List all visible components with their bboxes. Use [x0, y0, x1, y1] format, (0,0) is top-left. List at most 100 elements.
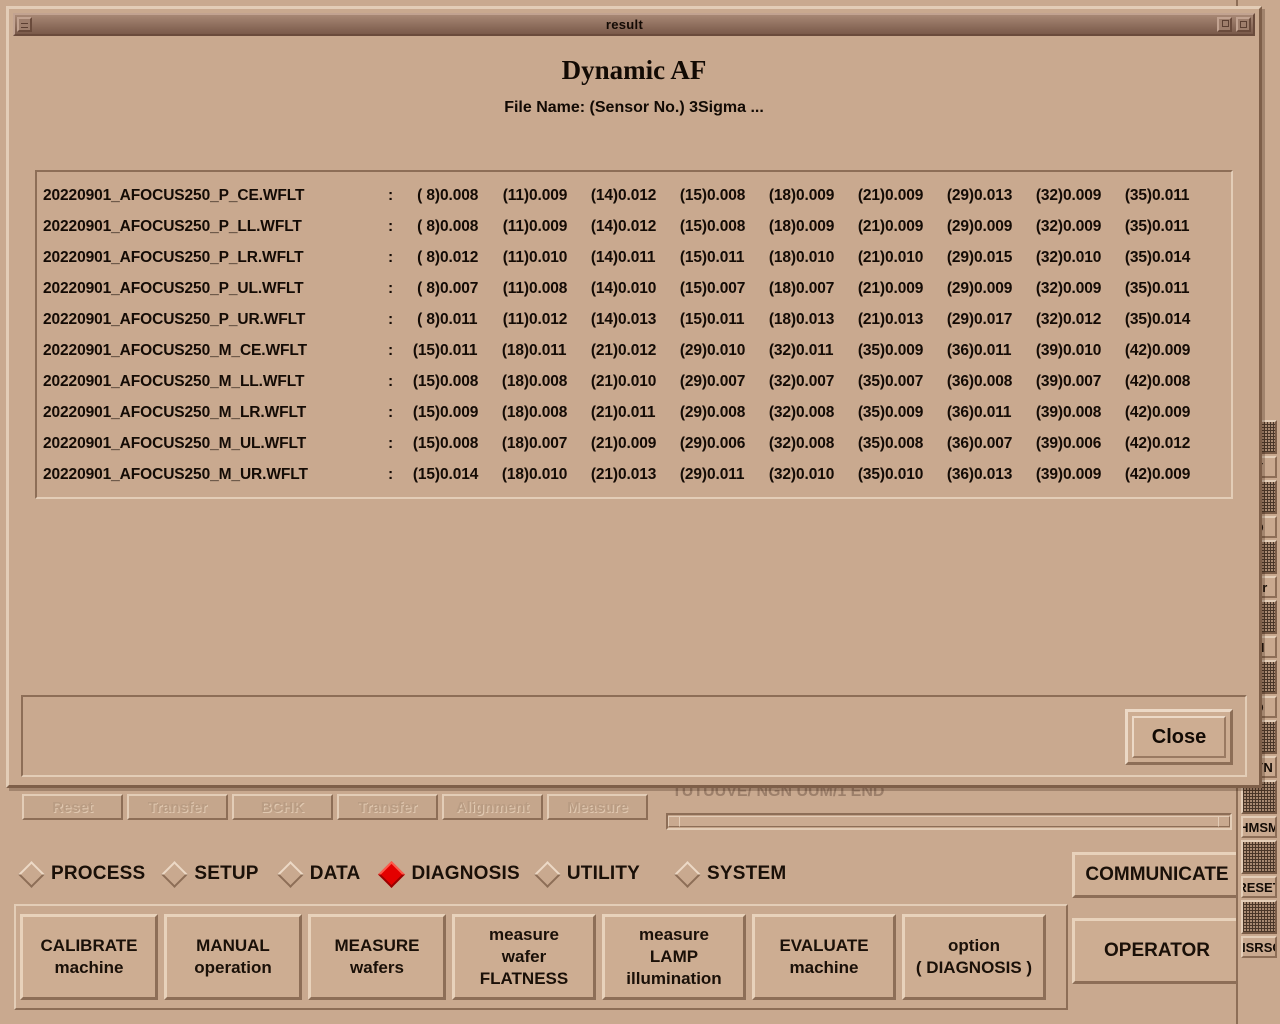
sigma-value: 0.007 — [707, 279, 746, 297]
mode-radio-label: SETUP — [194, 863, 259, 884]
sensor-value-cell: (15)0.007 — [671, 280, 760, 298]
operator-button[interactable]: OPERATOR — [1072, 918, 1242, 984]
sensor-value-cell: (39)0.007 — [1027, 373, 1116, 391]
diamond-radio-icon[interactable] — [276, 860, 304, 888]
reset-icon-icon[interactable] — [1241, 840, 1277, 874]
nsrsc-icon-icon[interactable] — [1241, 900, 1277, 934]
sigma-value: 0.007 — [796, 279, 835, 297]
sigma-value: 0.007 — [440, 279, 479, 297]
mode-radio-label: UTILITY — [566, 863, 641, 884]
mode-radio-diagnosis[interactable]: DIAGNOSIS — [378, 860, 520, 888]
sensor-number: (21) — [590, 465, 618, 483]
sensor-number: (29) — [679, 465, 707, 483]
sensor-value-cell: (42)0.008 — [1116, 373, 1205, 391]
strip-label: NSRSC — [1241, 936, 1277, 958]
sensor-number: (15) — [412, 465, 440, 483]
sensor-number: (11) — [502, 248, 529, 266]
row-file-name: 20220901_AFOCUS250_P_UL.WFLT — [43, 279, 304, 297]
sensor-value-cell: (14)0.011 — [582, 249, 671, 267]
message-scrollbar[interactable] — [666, 813, 1232, 830]
sigma-value: 0.013 — [974, 465, 1013, 483]
step-tab-transfer-1[interactable]: Transfer — [127, 794, 228, 820]
sensor-number: (18) — [768, 217, 796, 235]
step-tab-alignment-4[interactable]: Alignment — [442, 794, 543, 820]
sensor-number: (29) — [679, 341, 707, 359]
mode-radio-setup[interactable]: SETUP — [161, 860, 259, 888]
sensor-value-cell: (15)0.009 — [404, 404, 493, 422]
function-button-label: EVALUATE machine — [779, 936, 869, 977]
sigma-value: 0.008 — [707, 186, 746, 204]
window-menu-icon[interactable] — [17, 17, 32, 32]
step-tab-transfer-3[interactable]: Transfer — [337, 794, 438, 820]
mode-radio-system[interactable]: SYSTEM — [674, 860, 786, 888]
row-file-name: 20220901_AFOCUS250_M_LL.WFLT — [43, 372, 305, 390]
sensor-value-cell: (29)0.010 — [671, 342, 760, 360]
sensor-number: (42) — [1124, 372, 1152, 390]
dialog-titlebar[interactable]: result — [13, 13, 1255, 36]
mode-radio-group: PROCESS SETUP DATA DIAGNOSIS UTILITY SYSTEM — [18, 858, 786, 890]
sensor-number: (39) — [1035, 434, 1063, 452]
sensor-number: (29) — [946, 217, 974, 235]
sensor-number: (14) — [590, 217, 618, 235]
function-button-5[interactable]: EVALUATE machine — [752, 914, 896, 1000]
diamond-radio-icon[interactable] — [161, 860, 189, 888]
sensor-number: (32) — [768, 341, 796, 359]
sigma-value: 0.006 — [1063, 434, 1102, 452]
sensor-value-cell: (21)0.013 — [849, 311, 938, 329]
mode-radio-process[interactable]: PROCESS — [18, 860, 145, 888]
mode-radio-data[interactable]: DATA — [276, 860, 361, 888]
sensor-value-cell: (29)0.017 — [938, 311, 1027, 329]
sigma-value: 0.010 — [885, 465, 924, 483]
communicate-button[interactable]: COMMUNICATE — [1072, 852, 1242, 898]
row-file-name: 20220901_AFOCUS250_M_UR.WFLT — [43, 465, 308, 483]
sigma-value: 0.010 — [529, 465, 568, 483]
diamond-radio-icon[interactable] — [533, 860, 561, 888]
page-subtitle: File Name: (Sensor No.) 3Sigma ... — [504, 99, 764, 116]
row-separator: : — [388, 372, 394, 390]
function-button-4[interactable]: measure LAMP illumination — [602, 914, 746, 1000]
sigma-value: 0.010 — [796, 248, 835, 266]
mode-radio-utility[interactable]: UTILITY — [533, 860, 641, 888]
sigma-value: 0.011 — [707, 248, 745, 266]
sigma-value: 0.007 — [707, 372, 746, 390]
sensor-value-cell: (35)0.014 — [1116, 311, 1205, 329]
sigma-value: 0.008 — [974, 372, 1013, 390]
sensor-value-cell: (29)0.009 — [938, 218, 1027, 236]
sensor-value-cell: (29)0.006 — [671, 435, 760, 453]
sensor-value-cell: ( 8)0.011 — [404, 311, 493, 329]
sensor-value-cell: (36)0.008 — [938, 373, 1027, 391]
sensor-value-cell: (35)0.010 — [849, 466, 938, 484]
sensor-value-cell: (21)0.009 — [582, 435, 671, 453]
function-button-3[interactable]: measure wafer FLATNESS — [452, 914, 596, 1000]
sigma-value: 0.012 — [529, 310, 568, 328]
sigma-value: 0.007 — [1063, 372, 1102, 390]
sensor-value-cell: (32)0.009 — [1027, 218, 1116, 236]
sensor-value-cell: (21)0.009 — [849, 280, 938, 298]
function-button-2[interactable]: MEASURE wafers — [308, 914, 446, 1000]
sensor-number: (36) — [946, 372, 974, 390]
minimize-icon[interactable] — [1217, 17, 1232, 32]
sigma-value: 0.009 — [618, 434, 657, 452]
function-button-6[interactable]: option ( DIAGNOSIS ) — [902, 914, 1046, 1000]
close-button[interactable]: Close — [1125, 709, 1233, 765]
row-file-name: 20220901_AFOCUS250_M_CE.WFLT — [43, 341, 307, 359]
sensor-number: (32) — [768, 434, 796, 452]
scroll-right-arrow[interactable] — [1218, 816, 1230, 827]
sigma-value: 0.008 — [796, 434, 835, 452]
sensor-number: (11) — [502, 279, 529, 297]
step-tab-bchk-2[interactable]: BCHK — [232, 794, 333, 820]
diamond-radio-icon[interactable] — [18, 860, 45, 888]
diamond-radio-icon[interactable] — [378, 860, 406, 888]
sensor-number: (15) — [679, 248, 707, 266]
sensor-number: (21) — [590, 372, 618, 390]
sensor-value-cell: (39)0.006 — [1027, 435, 1116, 453]
function-button-0[interactable]: CALIBRATE machine — [20, 914, 158, 1000]
step-tab-reset-0[interactable]: Reset — [22, 794, 123, 820]
sensor-number: ( 8) — [417, 248, 440, 266]
step-tab-measure-5[interactable]: Measure — [547, 794, 648, 820]
sensor-value-cell: (18)0.008 — [493, 404, 582, 422]
maximize-icon[interactable] — [1236, 17, 1251, 32]
scrollbar-thumb[interactable] — [679, 816, 1219, 827]
function-button-1[interactable]: MANUAL operation — [164, 914, 302, 1000]
diamond-radio-icon[interactable] — [674, 860, 701, 888]
